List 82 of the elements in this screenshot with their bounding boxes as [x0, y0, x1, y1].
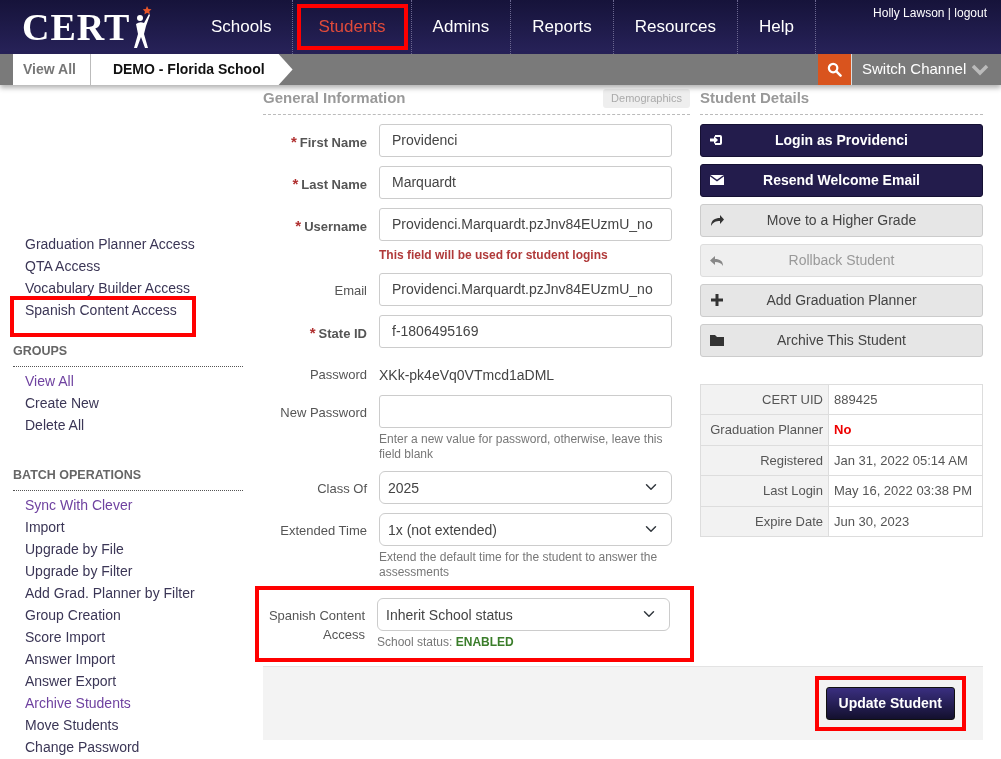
sidebar-link[interactable]: Create New — [13, 391, 243, 414]
sidebar-link[interactable]: View All — [13, 369, 243, 392]
sidebar-link[interactable]: Spanish Content Access — [13, 299, 193, 334]
field-label: State ID — [318, 325, 367, 341]
text-field[interactable]: Providenci — [379, 123, 672, 157]
info-value: Jun 30, 2023 — [828, 506, 983, 537]
info-label: Graduation Planner — [700, 414, 829, 445]
sidebar-link[interactable]: Sync With Clever — [13, 493, 243, 516]
field-label: New Password — [280, 404, 367, 420]
search-button[interactable] — [818, 54, 851, 85]
sidebar-link[interactable]: Upgrade by Filter — [13, 559, 243, 582]
section-heading: BATCH OPERATIONS — [13, 457, 243, 491]
field-label: Extended Time — [280, 522, 367, 538]
field-label: Class Of — [317, 480, 367, 496]
switch-channel-button[interactable]: Switch Channel — [851, 54, 1001, 85]
info-label: Expire Date — [700, 506, 829, 537]
logout-link[interactable]: logout — [954, 6, 987, 20]
section-title: General Information — [263, 88, 406, 108]
sidebar-link[interactable]: Move Students — [13, 713, 243, 736]
field-label: Spanish Content Access — [268, 607, 365, 642]
required-mark: * — [292, 174, 299, 192]
sidebar-link[interactable]: Score Import — [13, 625, 243, 648]
field-label: Email — [334, 282, 367, 298]
info-label: Registered — [700, 445, 829, 476]
required-mark: * — [309, 323, 316, 341]
sidebar-link[interactable]: Delete All — [13, 413, 243, 436]
required-mark: * — [295, 216, 302, 234]
search-icon — [827, 62, 842, 77]
envelope-icon — [709, 172, 725, 188]
password-value: XKk-pk4eVq0VTmcd1aDML — [379, 365, 556, 385]
sidebar-link[interactable]: Answer Import — [13, 647, 243, 670]
help-text: School status: ENABLED — [377, 634, 515, 650]
separator: | — [947, 6, 951, 20]
field-note: This field will be used for student logins — [379, 246, 609, 264]
field-label: First Name — [299, 134, 367, 150]
user-name: Holly Lawson — [873, 6, 945, 20]
select-field[interactable]: Inherit School status — [377, 597, 670, 631]
plus-icon — [709, 292, 725, 308]
sidebar-link[interactable]: Add Grad. Planner by Filter — [13, 581, 243, 604]
info-value: 889425 — [828, 384, 983, 415]
sidebar-link[interactable]: Archive Students — [13, 691, 243, 714]
info-label: CERT UID — [700, 384, 829, 415]
section-heading: GROUPS — [13, 334, 243, 367]
sidebar-link[interactable]: Upgrade by File — [13, 537, 243, 560]
required-mark: * — [290, 132, 297, 150]
sidebar-link[interactable]: Graduation Planner Access — [13, 233, 243, 255]
help-text: Enter a new value for password, otherwise, leave this field blank — [379, 431, 664, 462]
breadcrumb-link[interactable]: DEMO - Florida School — [90, 54, 293, 85]
breadcrumb-link[interactable]: View All — [13, 54, 91, 85]
info-value: Jan 31, 2022 05:14 AM — [828, 445, 983, 476]
info-label: Last Login — [700, 475, 829, 506]
text-field[interactable]: Providenci.Marquardt.pzJnv84EUzmU_no — [379, 272, 672, 306]
action-button[interactable]: Add Graduation Planner — [700, 283, 983, 317]
action-button[interactable]: Resend Welcome Email — [700, 163, 983, 197]
field-label: Username — [304, 218, 367, 234]
info-value: No — [828, 414, 983, 445]
login-icon — [709, 132, 725, 148]
help-text: Extend the default time for the student to answer the assessments — [379, 549, 659, 580]
text-field[interactable]: Providenci.Marquardt.pzJnv84EUzmU_no — [379, 207, 672, 241]
select-field[interactable]: 2025 — [379, 470, 672, 504]
sidebar-link[interactable]: Group Creation — [13, 603, 243, 626]
logo[interactable]: CERT — [22, 8, 131, 46]
sidebar-link[interactable]: Answer Export — [13, 669, 243, 692]
section-title: Student Details — [700, 88, 810, 108]
chevron-down-icon — [971, 63, 989, 76]
action-button[interactable]: Move to a Higher Grade — [700, 203, 983, 237]
text-field[interactable]: f-1806495169 — [379, 314, 672, 348]
update-student-button[interactable]: Update Student — [825, 686, 955, 720]
select-field[interactable]: 1x (not extended) — [379, 512, 672, 546]
text-field[interactable] — [379, 394, 672, 428]
field-label: Password — [309, 366, 367, 382]
sidebar-link[interactable]: Vocabulary Builder Access — [13, 277, 243, 299]
sidebar-link[interactable]: Import — [13, 515, 243, 538]
field-label: Last Name — [301, 176, 367, 192]
folder-icon — [709, 332, 725, 348]
action-button[interactable]: Login as Providenci — [700, 123, 983, 157]
sidebar-link[interactable]: Change Password — [13, 735, 243, 758]
nav-link[interactable]: Students — [293, 0, 412, 54]
action-button[interactable]: Archive This Student — [700, 323, 983, 357]
sidebar-link[interactable]: QTA Access — [13, 255, 243, 277]
info-value: May 16, 2022 03:38 PM — [828, 475, 983, 506]
text-field[interactable]: Marquardt — [379, 165, 672, 199]
